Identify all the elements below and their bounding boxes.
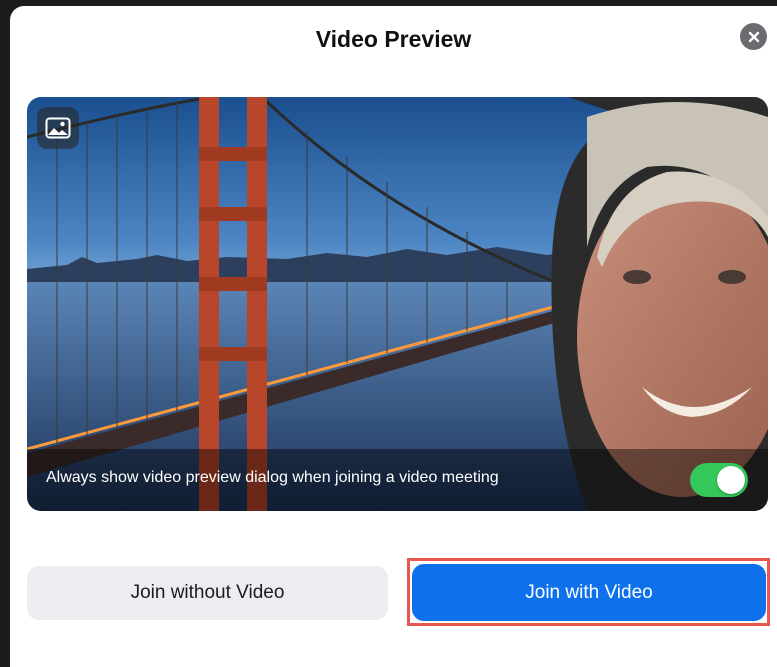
always-show-label: Always show video preview dialog when jo… — [46, 469, 499, 486]
video-preview: Always show video preview dialog when jo… — [27, 97, 768, 511]
close-icon — [748, 31, 759, 42]
close-button[interactable] — [740, 23, 767, 50]
always-show-toggle[interactable] — [690, 463, 748, 497]
dialog-title: Video Preview — [315, 26, 472, 52]
virtual-background-button[interactable] — [37, 107, 79, 149]
preview-option-bar: Always show video preview dialog when jo… — [27, 449, 768, 511]
join-with-video-button[interactable]: Join with Video — [412, 564, 766, 621]
toggle-knob — [717, 466, 745, 494]
image-icon — [45, 117, 71, 139]
video-preview-dialog: Video Preview Always show video preview … — [10, 6, 777, 667]
join-without-video-button[interactable]: Join without Video — [27, 566, 388, 620]
